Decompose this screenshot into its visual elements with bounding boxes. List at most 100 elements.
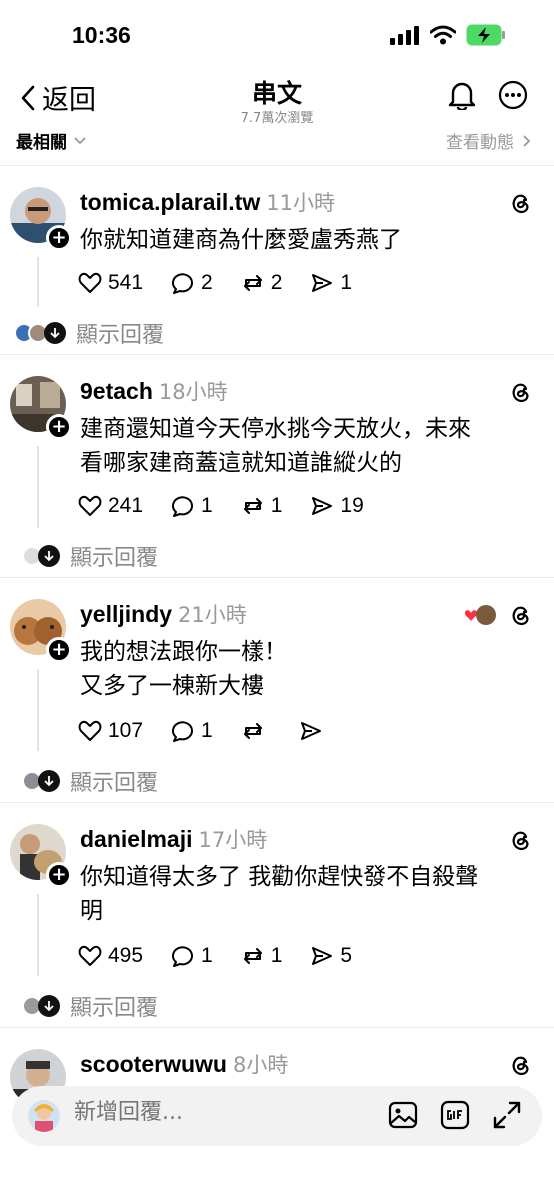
status-bar: 10:36	[0, 0, 554, 70]
show-replies-button[interactable]: 顯示回覆	[14, 317, 164, 349]
comment-icon	[172, 273, 194, 294]
reply-avatars	[22, 770, 60, 792]
post-time: 18小時	[158, 380, 228, 404]
post-time: 8小時	[232, 1053, 289, 1077]
post-text: 你就知道建商為什麼愛盧秀燕了	[80, 227, 402, 253]
threads-icon	[512, 383, 529, 403]
show-replies-label: 顯示回覆	[70, 546, 159, 571]
arrow-down-icon	[38, 995, 60, 1017]
repost-icon	[243, 948, 262, 964]
heart-icon	[78, 945, 102, 966]
post-time: 21小時	[178, 603, 247, 627]
share-button[interactable]	[299, 720, 329, 742]
comment-icon	[172, 721, 194, 742]
show-replies-label: 顯示回覆	[70, 771, 159, 796]
post-text: 你知道得太多了 我勸你趕快發不自殺聲明	[80, 864, 479, 924]
comment-button[interactable]: 1	[171, 944, 213, 968]
username[interactable]: 9etach 18小時	[80, 376, 228, 406]
show-replies-button[interactable]: 顯示回覆	[22, 765, 158, 797]
username[interactable]: tomica.plarail.tw 11小時	[80, 187, 335, 217]
view-activity-label: 查看動態	[446, 133, 514, 153]
post-time: 11小時	[266, 191, 335, 215]
threads-icon	[512, 1056, 529, 1076]
share-button[interactable]: 1	[310, 271, 352, 295]
threads-icon	[512, 606, 529, 626]
status-icons	[390, 24, 506, 46]
share-button[interactable]: 5	[310, 944, 352, 968]
repost-icon	[243, 275, 262, 291]
status-time: 10:36	[72, 22, 131, 48]
follow-button[interactable]: +	[46, 225, 72, 251]
sort-bar: 最相關 查看動態	[0, 126, 554, 166]
repost-button[interactable]: 1	[241, 944, 282, 968]
battery-icon	[466, 24, 505, 46]
heart-icon	[78, 495, 102, 516]
reply-avatars	[22, 995, 60, 1017]
post-text: 我的想法跟你一樣！ 又多了一棟新大樓	[80, 639, 287, 699]
heart-icon	[78, 272, 102, 293]
repost-button[interactable]: 2	[241, 271, 282, 295]
reply-post: + tomica.plarail.tw 11小時 你就知道建商為什麼愛盧秀燕了 5…	[0, 167, 554, 355]
follow-button[interactable]: +	[46, 637, 72, 663]
repost-icon	[243, 723, 262, 739]
expand-icon[interactable]	[492, 1100, 522, 1130]
follow-button[interactable]: +	[46, 414, 72, 440]
repost-icon	[243, 498, 262, 514]
post-actions: 541 2 2 1	[78, 271, 352, 295]
reply-avatars	[14, 322, 66, 344]
username[interactable]: scooterwuwu 8小時	[80, 1049, 288, 1079]
thread-line	[37, 446, 39, 528]
comment-button[interactable]: 2	[171, 271, 213, 295]
like-button[interactable]: 241	[78, 494, 143, 518]
like-button[interactable]: 541	[78, 271, 143, 295]
send-icon	[312, 274, 333, 292]
comment-button[interactable]: 1	[171, 719, 213, 743]
comment-button[interactable]: 1	[171, 494, 213, 518]
show-replies-label: 顯示回覆	[70, 996, 159, 1021]
more-icon[interactable]	[498, 80, 528, 110]
reply-composer	[12, 1086, 542, 1146]
nav-bar: 返回 串文 7.7萬次瀏覽	[0, 70, 554, 126]
heart-icon	[78, 720, 102, 741]
nav-actions	[448, 80, 528, 110]
arrow-down-icon	[38, 545, 60, 567]
thread-line	[37, 257, 39, 307]
author-avatar	[476, 605, 496, 625]
arrow-down-icon	[38, 770, 60, 792]
comment-icon	[172, 946, 194, 967]
follow-button[interactable]: +	[46, 862, 72, 888]
show-replies-button[interactable]: 顯示回覆	[22, 990, 158, 1022]
wifi-icon	[430, 25, 456, 45]
post-actions: 107 1	[78, 719, 329, 743]
reply-post: + 9etach 18小時 建商還知道今天停水挑今天放火，未來 看哪家建商蓋這就知道…	[0, 356, 554, 578]
image-icon[interactable]	[388, 1100, 418, 1130]
reply-post: + danielmaji 17小時 你知道得太多了 我勸你趕快發不自殺聲明 495…	[0, 804, 554, 1028]
send-icon	[312, 947, 333, 965]
liked-by-author-badge	[464, 605, 496, 625]
post-actions: 495 1 1 5	[78, 944, 352, 968]
comment-icon	[172, 496, 194, 517]
like-button[interactable]: 495	[78, 944, 143, 968]
share-button[interactable]: 19	[310, 494, 364, 518]
post-time: 17小時	[198, 828, 268, 852]
view-activity-link[interactable]: 查看動態	[446, 128, 532, 153]
reply-post: + yelljindy 21小時 我的想法跟你一樣！ 又多了一棟新大樓 107 1 …	[0, 579, 554, 803]
send-icon	[312, 497, 333, 515]
thread-line	[37, 669, 39, 751]
repost-button[interactable]	[241, 720, 271, 742]
bell-icon[interactable]	[448, 80, 476, 110]
arrow-down-icon	[44, 322, 66, 344]
username[interactable]: danielmaji 17小時	[80, 824, 267, 854]
repost-button[interactable]: 1	[241, 494, 282, 518]
chevron-down-icon	[74, 136, 86, 144]
post-actions: 241 1 1 19	[78, 494, 364, 518]
gif-icon[interactable]	[440, 1100, 470, 1130]
show-replies-label: 顯示回覆	[76, 323, 165, 348]
signal-icon	[390, 26, 419, 45]
username[interactable]: yelljindy 21小時	[80, 599, 247, 629]
sort-dropdown[interactable]: 最相關	[16, 128, 87, 153]
like-button[interactable]: 107	[78, 719, 143, 743]
show-replies-button[interactable]: 顯示回覆	[22, 540, 158, 572]
post-text: 建商還知道今天停水挑今天放火，未來 看哪家建商蓋這就知道誰縱火的	[80, 416, 471, 476]
reply-input[interactable]	[74, 1100, 354, 1125]
